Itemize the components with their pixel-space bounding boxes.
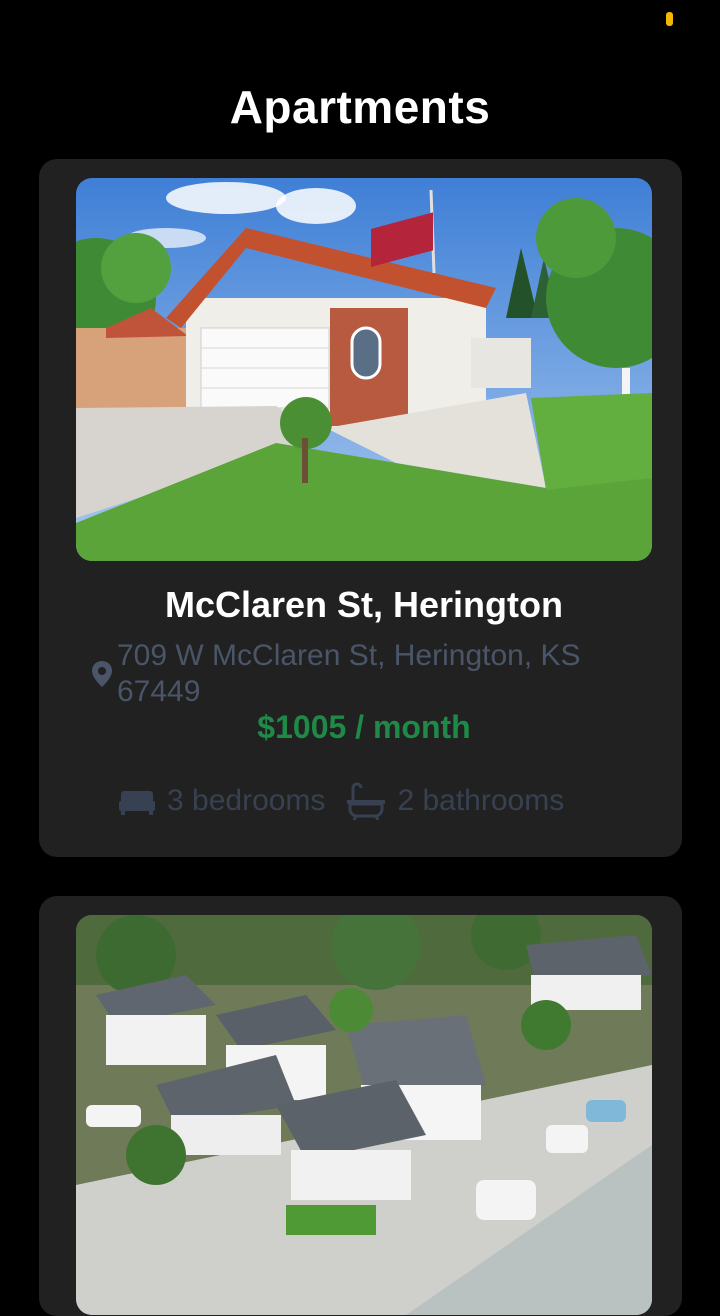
bed-icon bbox=[119, 791, 155, 815]
listing-photo[interactable] bbox=[76, 178, 652, 561]
house-photo-icon bbox=[76, 178, 652, 561]
listing-photo[interactable] bbox=[76, 915, 652, 1315]
aerial-neighborhood-photo-icon bbox=[76, 915, 652, 1315]
listing-card[interactable] bbox=[39, 896, 682, 1316]
bedrooms-label: 3 bedrooms bbox=[167, 784, 326, 817]
bathtub-icon bbox=[347, 782, 386, 820]
listing-address: 709 W McClaren St, Herington, KS 67449 bbox=[91, 638, 651, 710]
bathrooms-label: 2 bathrooms bbox=[397, 784, 565, 817]
listing-price: $1005 / month bbox=[257, 709, 471, 745]
listing-title[interactable]: McClaren St, Herington bbox=[39, 584, 689, 626]
page-title: Apartments bbox=[229, 81, 491, 133]
address-text: 709 W McClaren St, Herington, KS 67449 bbox=[117, 639, 581, 708]
amenities-row: 3 bedrooms 2 bathrooms bbox=[119, 781, 564, 821]
listing-card[interactable]: McClaren St, Herington 709 W McClaren St… bbox=[39, 159, 682, 857]
map-pin-icon bbox=[92, 661, 112, 687]
bedrooms-info: 3 bedrooms bbox=[119, 784, 325, 818]
status-indicator bbox=[666, 12, 673, 26]
bathrooms-info: 2 bathrooms bbox=[347, 782, 564, 820]
